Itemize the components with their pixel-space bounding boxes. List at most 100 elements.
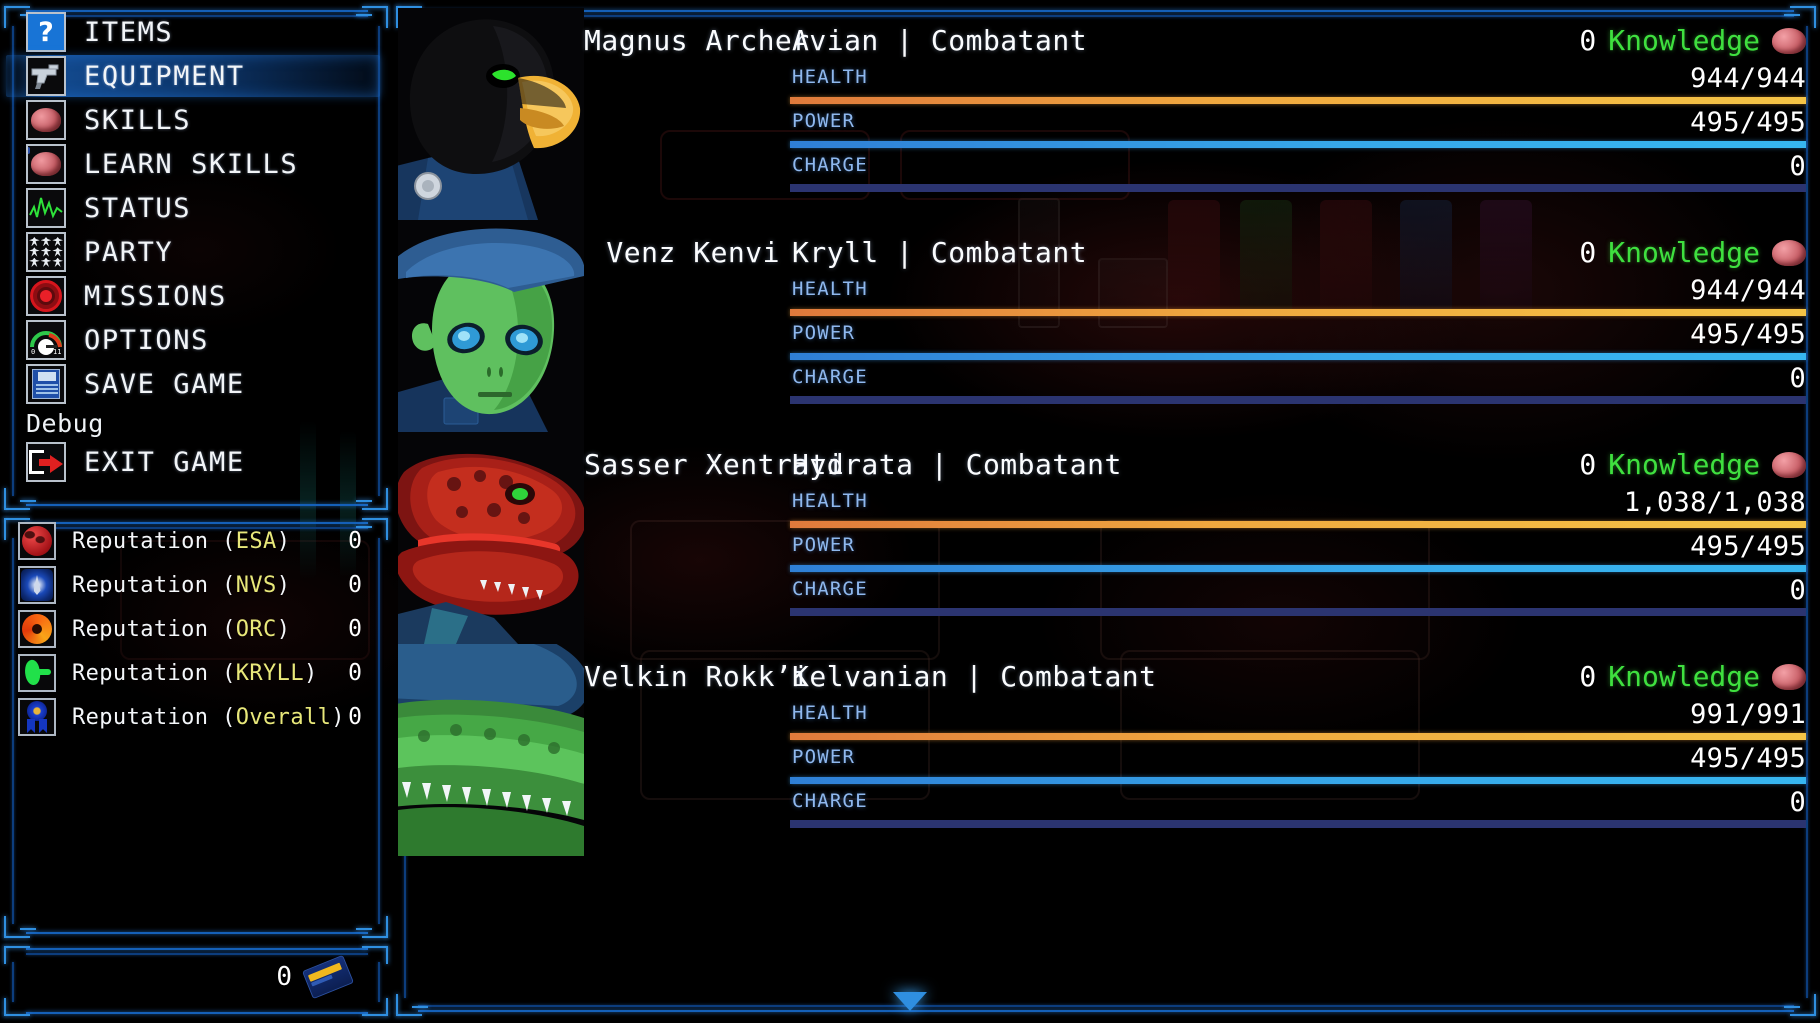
reputation-row-orc: Reputation (ORC) 0 (0, 607, 392, 651)
stat-label: CHARGE (792, 578, 868, 600)
avian-eagle-portrait (398, 8, 584, 220)
reputation-faction: Overall (235, 704, 332, 730)
race-role-separator: | (965, 660, 983, 693)
stat-label: HEALTH (792, 278, 868, 300)
sidebar-item-status[interactable]: STATUS (0, 186, 392, 230)
sidebar-item-label: ITEMS (84, 16, 174, 48)
svg-text:0: 0 (31, 348, 35, 355)
stat-health: HEALTH 1,038/1,038 (790, 487, 1806, 532)
character-row[interactable]: Velkin Rokk’i Kelvanian | Combatant 0 Knowl… (392, 644, 1820, 856)
stat-bar-fill (790, 820, 1806, 828)
character-row[interactable]: Venz Kenvi Kryll | Combatant 0 Knowledge HEA… (392, 220, 1820, 432)
blue-ribbon-icon (18, 698, 56, 736)
knowledge-indicator: 0 Knowledge (1579, 448, 1806, 481)
race-role-separator: | (896, 236, 914, 269)
knowledge-label: Knowledge (1608, 660, 1760, 693)
stat-bar (790, 733, 1806, 740)
stat-charge: CHARGE 0 (790, 575, 1806, 620)
stat-value: 0 (1789, 363, 1806, 394)
stat-label: POWER (792, 322, 856, 344)
stat-bar (790, 97, 1806, 104)
reputation-row-nvs: Reputation (NVS) 0 (0, 563, 392, 607)
character-race: Kelvanian (792, 660, 949, 693)
reputation-faction: NVS (235, 572, 277, 598)
stat-block: HEALTH 944/944 POWER 495/495 CHARGE 0 (790, 275, 1806, 408)
credit-card-icon (301, 954, 355, 1000)
character-row[interactable]: Sasser Xentrati Hydrata | Combatant 0 Knowl… (392, 432, 1820, 644)
stat-block: HEALTH 991/991 POWER 495/495 CHARGE 0 (790, 699, 1806, 832)
main-menu: ? ITEMS EQUIPMENT SKILLS LEARN SKILLS STATUS P… (0, 10, 392, 484)
stat-label: HEALTH (792, 702, 868, 724)
stat-bar (790, 521, 1806, 528)
stat-label: POWER (792, 110, 856, 132)
brain-icon (1772, 663, 1806, 690)
exit-door-icon (26, 442, 66, 482)
stat-bar-fill (790, 184, 1806, 192)
stat-bar (790, 777, 1806, 784)
knowledge-label: Knowledge (1608, 24, 1760, 57)
stat-value: 0 (1789, 575, 1806, 606)
character-race-role: Kryll | Combatant (792, 236, 1087, 269)
character-row[interactable]: Magnus Archer Avian | Combatant 0 Knowledge… (392, 8, 1820, 220)
sidebar-item-label: SKILLS (84, 104, 192, 136)
sidebar: ? ITEMS EQUIPMENT SKILLS LEARN SKILLS STATUS P… (0, 0, 392, 1023)
reputation-value: 0 (348, 704, 362, 730)
sidebar-item-party[interactable]: PARTY (0, 230, 392, 274)
stat-value: 944/944 (1690, 63, 1806, 94)
knowledge-label: Knowledge (1608, 236, 1760, 269)
stat-label: POWER (792, 746, 856, 768)
reputation-label: Reputation (NVS) (72, 572, 291, 598)
sidebar-item-exit-game[interactable]: EXIT GAME (0, 440, 392, 484)
stat-bar (790, 141, 1806, 148)
sidebar-item-save-game[interactable]: SAVE GAME (0, 362, 392, 406)
stat-block: HEALTH 944/944 POWER 495/495 CHARGE 0 (790, 63, 1806, 196)
dial-gauge-icon: 0 11 (26, 320, 66, 360)
chevron-down-icon[interactable] (893, 992, 927, 1011)
sidebar-item-skills[interactable]: SKILLS (0, 98, 392, 142)
target-icon (26, 276, 66, 316)
reputation-row-kryll: Reputation (KRYLL) 0 (0, 651, 392, 695)
race-role-separator: | (930, 448, 949, 481)
sidebar-item-label: MISSIONS (84, 280, 227, 312)
stat-bar-fill (790, 777, 1806, 784)
character-name: Magnus Archer (584, 24, 810, 57)
question-mark-icon: ? (26, 12, 66, 52)
knowledge-indicator: 0 Knowledge (1579, 236, 1806, 269)
character-race: Kryll (792, 236, 879, 269)
stat-label: HEALTH (792, 66, 868, 88)
reputation-row-overall: Reputation (Overall) 0 (0, 695, 392, 739)
knowledge-label: Knowledge (1608, 448, 1760, 481)
stat-power: POWER 495/495 (790, 531, 1806, 576)
stat-value: 1,038/1,038 (1623, 487, 1806, 518)
floppy-disk-icon (26, 364, 66, 404)
stat-bar (790, 309, 1806, 316)
currency-display: 0 (0, 947, 392, 1007)
character-race-role: Avian | Combatant (792, 24, 1087, 57)
party-character-list: Magnus Archer Avian | Combatant 0 Knowledge… (392, 0, 1820, 1023)
stat-bar-fill (790, 608, 1806, 616)
sidebar-item-options[interactable]: 0 11 OPTIONS (0, 318, 392, 362)
orange-phoenix-icon (18, 610, 56, 648)
brain-icon (1772, 239, 1806, 266)
stat-health: HEALTH 991/991 (790, 699, 1806, 744)
character-role: Combatant (930, 236, 1088, 269)
stat-bar-fill (790, 97, 1806, 104)
sidebar-item-equipment[interactable]: EQUIPMENT (0, 54, 392, 98)
sidebar-item-learn-skills[interactable]: LEARN SKILLS (0, 142, 392, 186)
character-name: Sasser Xentrati (584, 448, 845, 481)
stat-bar (790, 820, 1806, 828)
character-race: Avian (792, 24, 879, 57)
stat-bar-fill (790, 396, 1806, 404)
sidebar-item-items[interactable]: ? ITEMS (0, 10, 392, 54)
stat-bar-fill (790, 521, 1806, 528)
sidebar-item-missions[interactable]: MISSIONS (0, 274, 392, 318)
brain-icon (26, 100, 66, 140)
stat-power: POWER 495/495 (790, 319, 1806, 364)
green-claw-icon (18, 654, 56, 692)
stat-block: HEALTH 1,038/1,038 POWER 495/495 CHARGE 0 (790, 487, 1806, 620)
stat-value: 0 (1789, 151, 1806, 182)
stat-power: POWER 495/495 (790, 743, 1806, 788)
knowledge-indicator: 0 Knowledge (1579, 660, 1806, 693)
stat-bar-fill (790, 141, 1806, 148)
stat-label: CHARGE (792, 790, 868, 812)
